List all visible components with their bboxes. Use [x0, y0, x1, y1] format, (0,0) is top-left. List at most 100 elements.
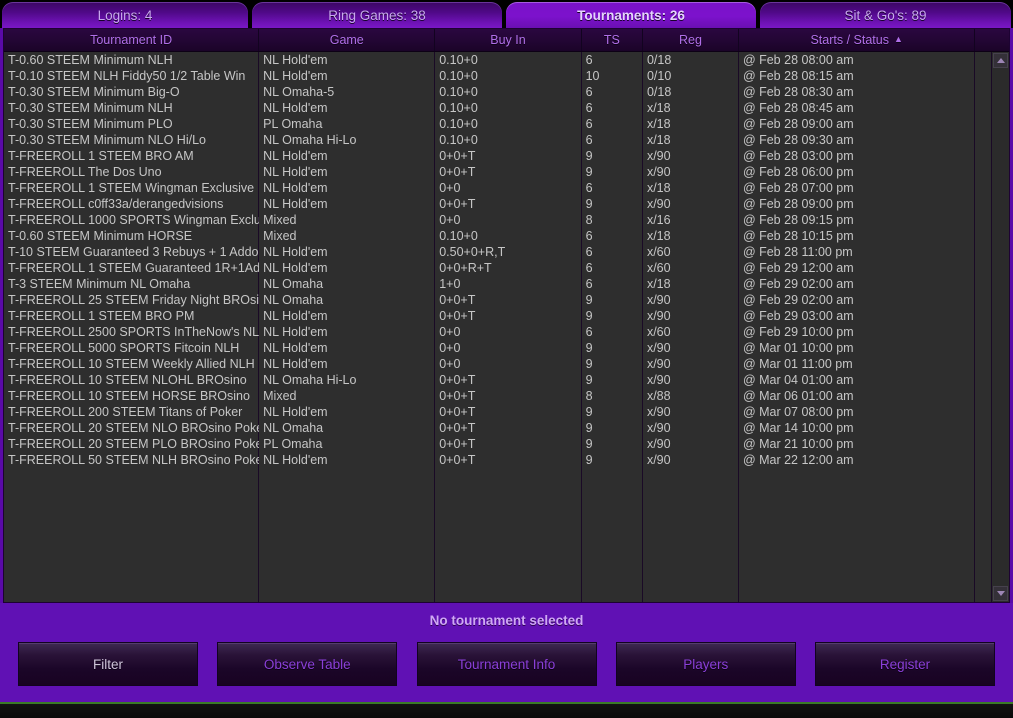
cell-ts: 6 [582, 52, 643, 68]
cell-starts-status: @ Mar 21 10:00 pm [739, 436, 975, 452]
cell-tournament-id: T-0.10 STEEM NLH Fiddy50 1/2 Table Win [4, 68, 259, 84]
cell-ts: 9 [582, 420, 643, 436]
triangle-up-icon [997, 58, 1005, 63]
filter-button[interactable]: Filter [18, 642, 198, 686]
cell-starts-status: @ Feb 28 09:30 am [739, 132, 975, 148]
tab-ring-games[interactable]: Ring Games: 38 [252, 2, 502, 28]
table-row[interactable]: T-FREEROLL 5000 SPORTS Fitcoin NLHNL Hol… [4, 340, 1009, 356]
cell-tournament-id: T-FREEROLL 1 STEEM BRO AM [4, 148, 259, 164]
cell-starts-status: @ Feb 28 03:00 pm [739, 148, 975, 164]
triangle-down-icon [997, 591, 1005, 596]
table-row[interactable]: T-FREEROLL 1 STEEM Wingman ExclusiveNL H… [4, 180, 1009, 196]
table-row[interactable]: T-0.60 STEEM Minimum HORSEMixed0.10+06x/… [4, 228, 1009, 244]
cell-tournament-id: T-FREEROLL 20 STEEM PLO BROsino Poker [4, 436, 259, 452]
cell-reg: 0/18 [643, 84, 739, 100]
scroll-up-button[interactable] [993, 53, 1008, 68]
table-row[interactable]: T-FREEROLL 10 STEEM HORSE BROsinoMixed0+… [4, 388, 1009, 404]
cell-reg: x/18 [643, 228, 739, 244]
tab-tournaments[interactable]: Tournaments: 26 [506, 2, 756, 28]
cell-game: NL Hold'em [259, 308, 435, 324]
column-header-label: Starts / Status [810, 33, 889, 47]
cell-tournament-id: T-FREEROLL 50 STEEM NLH BROsino Poker [4, 452, 259, 468]
table-row[interactable]: T-FREEROLL 1 STEEM Guaranteed 1R+1AddonN… [4, 260, 1009, 276]
table-row[interactable]: T-3 STEEM Minimum NL OmahaNL Omaha1+06x/… [4, 276, 1009, 292]
cell-game: NL Hold'em [259, 356, 435, 372]
cell-game: NL Hold'em [259, 244, 435, 260]
cell-tournament-id: T-0.30 STEEM Minimum PLO [4, 116, 259, 132]
cell-tournament-id: T-FREEROLL 5000 SPORTS Fitcoin NLH [4, 340, 259, 356]
column-header-starts-status[interactable]: Starts / Status▲ [739, 29, 975, 51]
column-header-tournament-id[interactable]: Tournament ID [4, 29, 259, 51]
cell-game: NL Hold'em [259, 164, 435, 180]
observe-table-button-label: Observe Table [264, 657, 351, 672]
cell-ts: 6 [582, 228, 643, 244]
table-row[interactable]: T-FREEROLL 1 STEEM BRO AMNL Hold'em0+0+T… [4, 148, 1009, 164]
tournament-info-button[interactable]: Tournament Info [417, 642, 597, 686]
tab-logins[interactable]: Logins: 4 [2, 2, 248, 28]
table-row[interactable]: T-FREEROLL 50 STEEM NLH BROsino PokerNL … [4, 452, 1009, 468]
tab-sit-and-gos[interactable]: Sit & Go's: 89 [760, 2, 1011, 28]
table-row[interactable]: T-0.10 STEEM NLH Fiddy50 1/2 Table WinNL… [4, 68, 1009, 84]
column-header-reg[interactable]: Reg [643, 29, 739, 51]
cell-reg: x/90 [643, 196, 739, 212]
cell-buy-in: 0+0+T [435, 420, 581, 436]
table-row[interactable]: T-0.60 STEEM Minimum NLHNL Hold'em0.10+0… [4, 52, 1009, 68]
tournament-info-button-label: Tournament Info [458, 657, 556, 672]
column-header-buy-in[interactable]: Buy In [435, 29, 581, 51]
table-row[interactable]: T-FREEROLL 10 STEEM Weekly Allied NLHNL … [4, 356, 1009, 372]
cell-reg: x/60 [643, 324, 739, 340]
cell-reg: x/18 [643, 180, 739, 196]
cell-tournament-id: T-FREEROLL 1 STEEM Guaranteed 1R+1Addon [4, 260, 259, 276]
cell-game: PL Omaha [259, 116, 435, 132]
column-header-spacer[interactable] [975, 29, 1009, 51]
cell-buy-in: 0+0+T [435, 404, 581, 420]
cell-tournament-id: T-FREEROLL 2500 SPORTS InTheNow's NLH [4, 324, 259, 340]
observe-table-button[interactable]: Observe Table [217, 642, 397, 686]
table-row[interactable]: T-FREEROLL 25 STEEM Friday Night BROsino… [4, 292, 1009, 308]
cell-game: NL Hold'em [259, 340, 435, 356]
vertical-scrollbar[interactable] [991, 52, 1009, 602]
action-button-bar: Filter Observe Table Tournament Info Pla… [0, 642, 1013, 686]
table-row[interactable]: T-10 STEEM Guaranteed 3 Rebuys + 1 Addon… [4, 244, 1009, 260]
cell-game: NL Omaha Hi-Lo [259, 372, 435, 388]
table-row[interactable]: T-FREEROLL 200 STEEM Titans of PokerNL H… [4, 404, 1009, 420]
column-header-game[interactable]: Game [259, 29, 435, 51]
table-row[interactable]: T-0.30 STEEM Minimum NLHNL Hold'em0.10+0… [4, 100, 1009, 116]
cell-starts-status: @ Feb 28 08:15 am [739, 68, 975, 84]
cell-starts-status: @ Mar 04 01:00 am [739, 372, 975, 388]
cell-buy-in: 0.10+0 [435, 116, 581, 132]
table-row[interactable]: T-FREEROLL The Dos UnoNL Hold'em0+0+T9x/… [4, 164, 1009, 180]
cell-starts-status: @ Mar 07 08:00 pm [739, 404, 975, 420]
cell-reg: x/90 [643, 420, 739, 436]
bottom-panel: No tournament selected Filter Observe Ta… [0, 603, 1013, 718]
table-row[interactable]: T-0.30 STEEM Minimum PLOPL Omaha0.10+06x… [4, 116, 1009, 132]
selection-status: No tournament selected [430, 613, 584, 628]
cell-tournament-id: T-FREEROLL The Dos Uno [4, 164, 259, 180]
cell-ts: 9 [582, 452, 643, 468]
table-row[interactable]: T-0.30 STEEM Minimum NLO Hi/LoNL Omaha H… [4, 132, 1009, 148]
cell-starts-status: @ Feb 29 02:00 am [739, 292, 975, 308]
cell-tournament-id: T-FREEROLL c0ff33a/derangedvisions [4, 196, 259, 212]
cell-starts-status: @ Feb 28 07:00 pm [739, 180, 975, 196]
column-header-ts[interactable]: TS [582, 29, 643, 51]
register-button[interactable]: Register [815, 642, 995, 686]
table-row[interactable]: T-FREEROLL c0ff33a/derangedvisionsNL Hol… [4, 196, 1009, 212]
players-button[interactable]: Players [616, 642, 796, 686]
table-row[interactable]: T-FREEROLL 10 STEEM NLOHL BROsinoNL Omah… [4, 372, 1009, 388]
table-row[interactable]: T-FREEROLL 1000 SPORTS Wingman Exclusive… [4, 212, 1009, 228]
column-header-label: Buy In [490, 33, 525, 47]
cell-ts: 6 [582, 132, 643, 148]
cell-tournament-id: T-3 STEEM Minimum NL Omaha [4, 276, 259, 292]
cell-reg: x/90 [643, 452, 739, 468]
table-row[interactable]: T-FREEROLL 1 STEEM BRO PMNL Hold'em0+0+T… [4, 308, 1009, 324]
table-row[interactable]: T-FREEROLL 20 STEEM PLO BROsino PokerPL … [4, 436, 1009, 452]
cell-game: NL Hold'em [259, 452, 435, 468]
cell-game: NL Omaha-5 [259, 84, 435, 100]
cell-game: Mixed [259, 212, 435, 228]
table-row[interactable]: T-FREEROLL 20 STEEM NLO BROsino PokerNL … [4, 420, 1009, 436]
cell-ts: 6 [582, 276, 643, 292]
scroll-down-button[interactable] [993, 586, 1008, 601]
cell-ts: 6 [582, 100, 643, 116]
table-row[interactable]: T-0.30 STEEM Minimum Big-ONL Omaha-50.10… [4, 84, 1009, 100]
table-row[interactable]: T-FREEROLL 2500 SPORTS InTheNow's NLHNL … [4, 324, 1009, 340]
